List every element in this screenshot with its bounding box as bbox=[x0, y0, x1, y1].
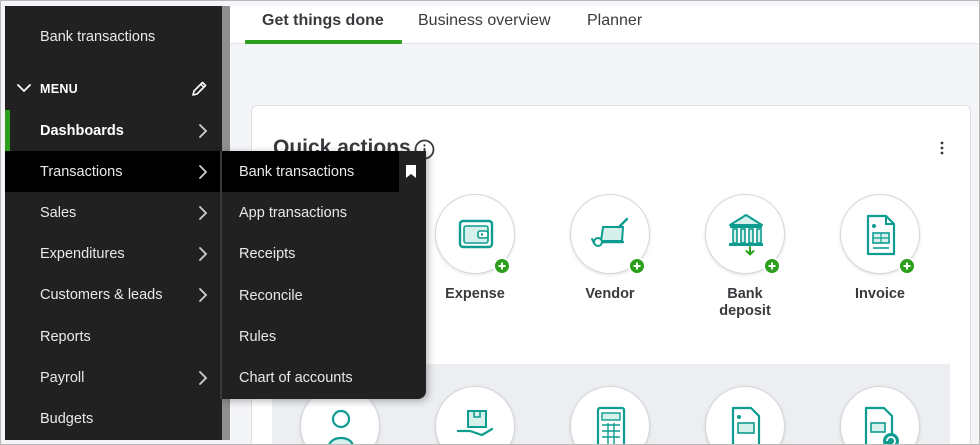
person-icon bbox=[328, 409, 354, 444]
sidebar-item-label: Reports bbox=[40, 328, 91, 345]
add-plus-icon bbox=[898, 257, 916, 275]
app-window: Get things done Business overview Planne… bbox=[0, 0, 980, 445]
bookmark-icon[interactable] bbox=[405, 164, 417, 179]
menu-header-label: MENU bbox=[40, 82, 79, 96]
tab-planner[interactable]: Planner bbox=[587, 12, 642, 42]
sidebar-item-bank-transactions[interactable]: Bank transactions bbox=[5, 16, 222, 57]
tab-bar: Get things done Business overview Planne… bbox=[230, 6, 979, 44]
chevron-right-icon bbox=[199, 165, 208, 179]
wallet-icon bbox=[458, 219, 494, 249]
menu-header[interactable]: MENU bbox=[5, 74, 222, 104]
chevron-right-icon bbox=[199, 247, 208, 261]
sidebar-item-label: Expenditures bbox=[40, 245, 125, 262]
sidebar-item-transactions[interactable]: Transactions bbox=[5, 151, 222, 192]
action-expense-circle[interactable] bbox=[435, 194, 515, 275]
hand-truck-icon bbox=[591, 217, 629, 247]
submenu-item-reconcile[interactable]: Reconcile bbox=[222, 275, 426, 316]
chevron-down-icon bbox=[17, 84, 31, 93]
more-options-icon[interactable] bbox=[938, 140, 946, 156]
tab-business-overview[interactable]: Business overview bbox=[418, 12, 551, 42]
sidebar-item-payroll[interactable]: Payroll bbox=[5, 357, 222, 398]
sidebar-item-dashboards[interactable]: Dashboards bbox=[5, 110, 222, 151]
sidebar-item-label: Dashboards bbox=[40, 122, 124, 139]
document-icon bbox=[731, 406, 761, 444]
selected-tab-indicator bbox=[245, 40, 402, 44]
action-invoice-label: Invoice bbox=[855, 286, 905, 302]
action-invoice-circle[interactable] bbox=[840, 194, 920, 275]
sidebar-item-label: Sales bbox=[40, 204, 77, 221]
chevron-right-icon bbox=[199, 124, 208, 138]
sidebar-item-sales[interactable]: Sales bbox=[5, 192, 222, 233]
sidebar-item-label: Transactions bbox=[40, 163, 123, 180]
transactions-submenu: Bank transactions App transactions Recei… bbox=[220, 151, 426, 399]
invoice-icon bbox=[866, 214, 896, 256]
submenu-item-bank-transactions[interactable]: Bank transactions bbox=[222, 151, 399, 192]
action-vendor-circle[interactable] bbox=[570, 194, 650, 275]
sidebar-item-label: Payroll bbox=[40, 369, 85, 386]
sidebar-item-label: Budgets bbox=[40, 410, 94, 427]
sidebar-item-label: Customers & leads bbox=[40, 286, 163, 303]
chevron-right-icon bbox=[199, 206, 208, 220]
chevron-right-icon bbox=[199, 288, 208, 302]
add-plus-icon bbox=[493, 257, 511, 275]
submenu-item-app-transactions[interactable]: App transactions bbox=[222, 192, 426, 233]
submenu-item-rules[interactable]: Rules bbox=[222, 316, 426, 357]
calculator-icon bbox=[596, 406, 626, 444]
tab-get-things-done[interactable]: Get things done bbox=[262, 12, 384, 42]
chevron-right-icon bbox=[199, 371, 208, 385]
action-expense-label: Expense bbox=[445, 286, 505, 302]
box-in-hand-icon bbox=[456, 410, 494, 437]
sidebar-item-expenditures[interactable]: Expenditures bbox=[5, 233, 222, 274]
action-bank-deposit-circle[interactable] bbox=[705, 194, 785, 275]
action-vendor-label: Vendor bbox=[585, 286, 635, 302]
bank-icon bbox=[729, 214, 763, 256]
submenu-item-label: Bank transactions bbox=[239, 163, 355, 180]
action-bank-deposit-label: Bank deposit bbox=[719, 286, 771, 319]
sidebar: Bank transactions MENU Dashboards Transa… bbox=[5, 6, 222, 440]
submenu-item-receipts[interactable]: Receipts bbox=[222, 233, 426, 274]
sidebar-item-budgets[interactable]: Budgets bbox=[5, 398, 222, 439]
sidebar-item-customers-leads[interactable]: Customers & leads bbox=[5, 274, 222, 315]
recurring-document-icon bbox=[864, 406, 899, 444]
pencil-icon[interactable] bbox=[190, 80, 208, 98]
add-plus-icon bbox=[628, 257, 646, 275]
sidebar-item-reports[interactable]: Reports bbox=[5, 316, 222, 357]
add-plus-icon bbox=[763, 257, 781, 275]
submenu-item-chart-of-accounts[interactable]: Chart of accounts bbox=[222, 357, 426, 398]
